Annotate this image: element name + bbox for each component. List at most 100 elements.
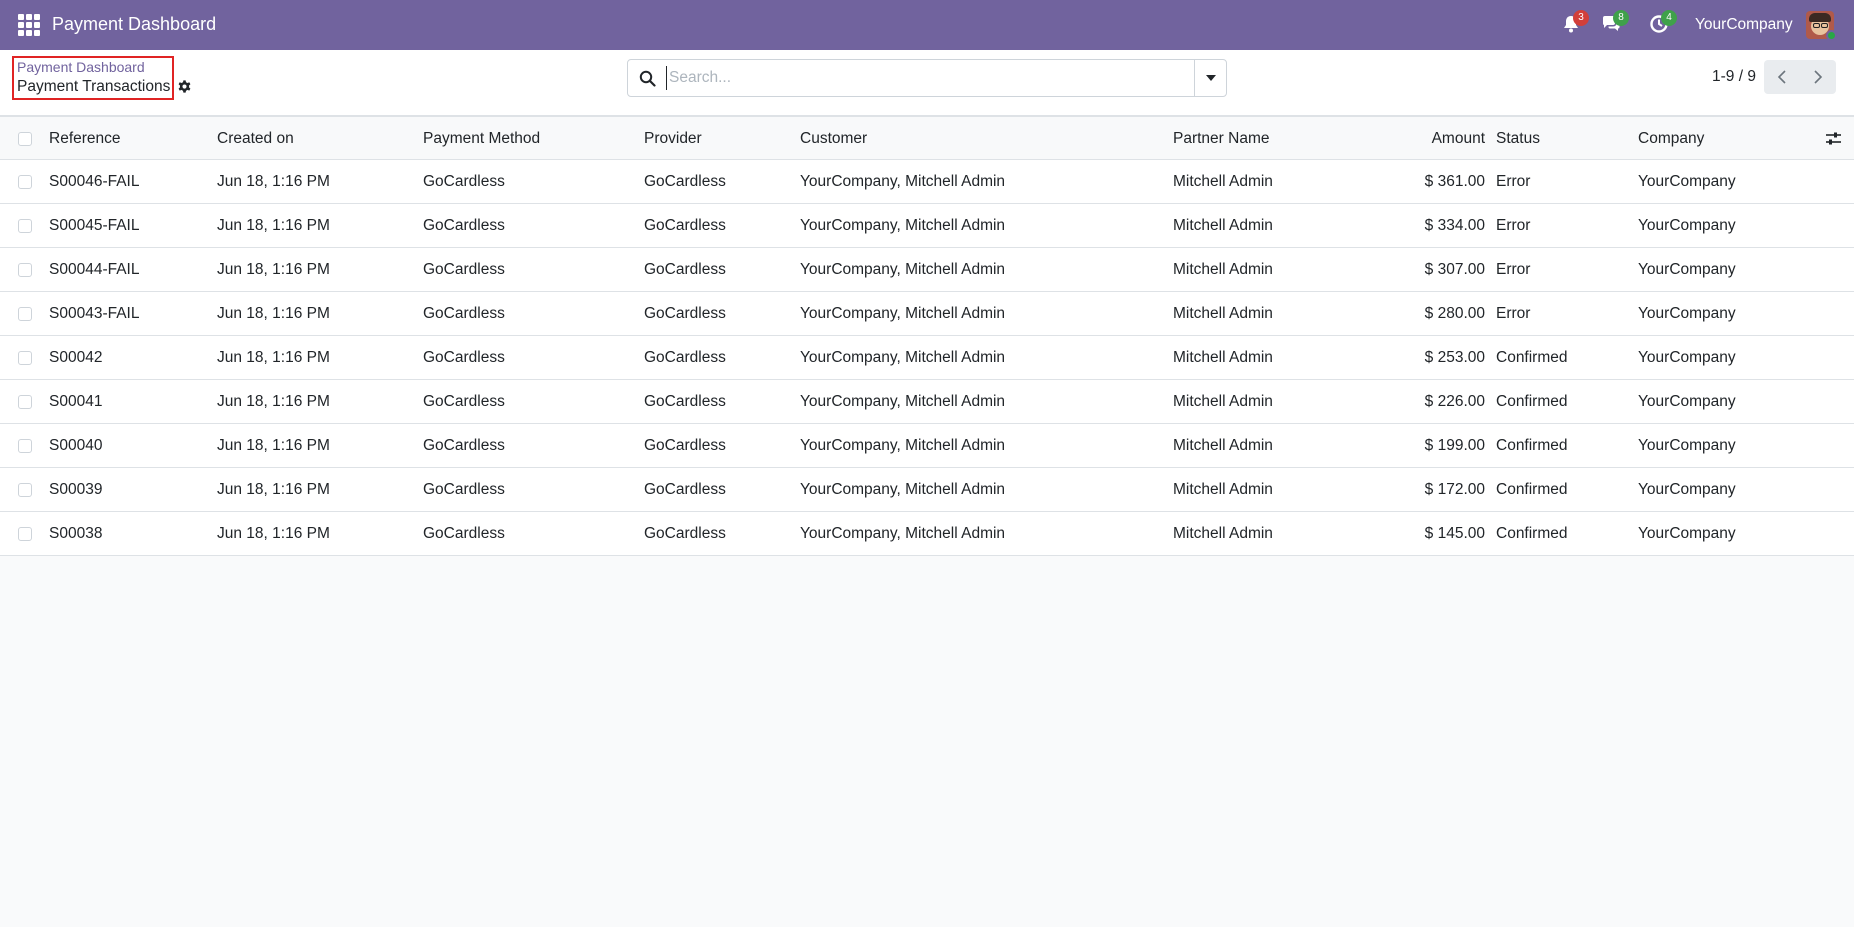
table-row[interactable]: S00041 Jun 18, 1:16 PM GoCardless GoCard… xyxy=(0,380,1854,424)
gear-icon[interactable] xyxy=(177,79,192,94)
cell-status: Confirmed xyxy=(1496,437,1568,454)
cell-customer: YourCompany, Mitchell Admin xyxy=(800,393,1006,410)
column-header-reference[interactable]: Reference xyxy=(49,117,121,161)
cell-created-on: Jun 18, 1:16 PM xyxy=(217,393,330,410)
cell-customer: YourCompany, Mitchell Admin xyxy=(800,349,1006,366)
cell-partner-name: Mitchell Admin xyxy=(1173,173,1273,190)
cell-status: Confirmed xyxy=(1496,393,1568,410)
cell-reference: S00045-FAIL xyxy=(49,217,140,234)
cell-company: YourCompany xyxy=(1638,217,1736,234)
column-header-provider[interactable]: Provider xyxy=(644,117,702,161)
cell-provider: GoCardless xyxy=(644,349,726,366)
cell-payment-method: GoCardless xyxy=(423,525,505,542)
top-navbar: Payment Dashboard 3 8 4 YourCompany xyxy=(0,0,1854,50)
table-row[interactable]: S00043-FAIL Jun 18, 1:16 PM GoCardless G… xyxy=(0,292,1854,336)
avatar-hair xyxy=(1809,13,1831,22)
cell-customer: YourCompany, Mitchell Admin xyxy=(800,525,1006,542)
messages-button[interactable]: 8 xyxy=(1601,10,1629,36)
cell-status: Error xyxy=(1496,305,1531,322)
row-checkbox[interactable] xyxy=(18,395,32,409)
activity-button[interactable]: 3 xyxy=(1561,10,1589,36)
search-options-toggle[interactable] xyxy=(1194,60,1226,96)
column-header-payment-method[interactable]: Payment Method xyxy=(423,117,540,161)
cell-partner-name: Mitchell Admin xyxy=(1173,393,1273,410)
row-checkbox[interactable] xyxy=(18,175,32,189)
table-row[interactable]: S00044-FAIL Jun 18, 1:16 PM GoCardless G… xyxy=(0,248,1854,292)
pager-next-button[interactable] xyxy=(1800,60,1836,94)
row-checkbox[interactable] xyxy=(18,351,32,365)
cell-provider: GoCardless xyxy=(644,173,726,190)
column-header-status[interactable]: Status xyxy=(1496,117,1540,161)
cell-partner-name: Mitchell Admin xyxy=(1173,305,1273,322)
cell-status: Error xyxy=(1496,217,1531,234)
page-title: Payment Transactions xyxy=(17,78,171,95)
table-row[interactable]: S00046-FAIL Jun 18, 1:16 PM GoCardless G… xyxy=(0,160,1854,204)
cell-partner-name: Mitchell Admin xyxy=(1173,217,1273,234)
row-checkbox[interactable] xyxy=(18,439,32,453)
table-row[interactable]: S00038 Jun 18, 1:16 PM GoCardless GoCard… xyxy=(0,512,1854,556)
cell-customer: YourCompany, Mitchell Admin xyxy=(800,173,1006,190)
row-checkbox[interactable] xyxy=(18,263,32,277)
table-row[interactable]: S00042 Jun 18, 1:16 PM GoCardless GoCard… xyxy=(0,336,1854,380)
cell-reference: S00040 xyxy=(49,437,103,454)
avatar-glass-right xyxy=(1821,23,1828,28)
cell-provider: GoCardless xyxy=(644,393,726,410)
cell-customer: YourCompany, Mitchell Admin xyxy=(800,261,1006,278)
cell-customer: YourCompany, Mitchell Admin xyxy=(800,437,1006,454)
cell-company: YourCompany xyxy=(1638,525,1736,542)
cell-company: YourCompany xyxy=(1638,393,1736,410)
activities-clock-button[interactable]: 4 xyxy=(1649,10,1677,36)
cell-status: Error xyxy=(1496,261,1531,278)
cell-amount: $ 172.00 xyxy=(1424,481,1485,498)
cell-provider: GoCardless xyxy=(644,261,726,278)
search-input[interactable] xyxy=(666,66,1186,90)
column-header-company[interactable]: Company xyxy=(1638,117,1704,161)
presence-status-dot xyxy=(1826,30,1837,41)
company-switcher[interactable]: YourCompany xyxy=(1695,16,1793,34)
cell-amount: $ 253.00 xyxy=(1424,349,1485,366)
breadcrumb-parent-link[interactable]: Payment Dashboard xyxy=(17,59,145,75)
table-row[interactable]: S00045-FAIL Jun 18, 1:16 PM GoCardless G… xyxy=(0,204,1854,248)
cell-created-on: Jun 18, 1:16 PM xyxy=(217,261,330,278)
cell-provider: GoCardless xyxy=(644,525,726,542)
cell-created-on: Jun 18, 1:16 PM xyxy=(217,481,330,498)
table-row[interactable]: S00040 Jun 18, 1:16 PM GoCardless GoCard… xyxy=(0,424,1854,468)
cell-amount: $ 199.00 xyxy=(1424,437,1485,454)
cell-status: Error xyxy=(1496,173,1531,190)
cell-reference: S00038 xyxy=(49,525,103,542)
cell-payment-method: GoCardless xyxy=(423,217,505,234)
column-header-amount[interactable]: Amount xyxy=(1432,117,1485,161)
cell-customer: YourCompany, Mitchell Admin xyxy=(800,217,1006,234)
search-icon xyxy=(639,70,656,87)
column-header-partner-name[interactable]: Partner Name xyxy=(1173,117,1269,161)
pager-value[interactable]: 1-9 / 9 xyxy=(1712,68,1756,86)
sliders-icon[interactable] xyxy=(1825,131,1842,147)
row-checkbox[interactable] xyxy=(18,219,32,233)
column-header-created-on[interactable]: Created on xyxy=(217,117,294,161)
messages-count-badge: 8 xyxy=(1613,10,1629,26)
app-title[interactable]: Payment Dashboard xyxy=(52,14,216,35)
cell-amount: $ 307.00 xyxy=(1424,261,1485,278)
cell-provider: GoCardless xyxy=(644,217,726,234)
cell-company: YourCompany xyxy=(1638,261,1736,278)
avatar-glass-left xyxy=(1813,23,1820,28)
cell-created-on: Jun 18, 1:16 PM xyxy=(217,525,330,542)
chevron-right-icon xyxy=(1814,70,1823,84)
cell-created-on: Jun 18, 1:16 PM xyxy=(217,217,330,234)
apps-grid-icon[interactable] xyxy=(18,14,40,36)
cell-created-on: Jun 18, 1:16 PM xyxy=(217,305,330,322)
column-header-customer[interactable]: Customer xyxy=(800,117,867,161)
cell-company: YourCompany xyxy=(1638,349,1736,366)
row-checkbox[interactable] xyxy=(18,483,32,497)
row-checkbox[interactable] xyxy=(18,307,32,321)
table-row[interactable]: S00039 Jun 18, 1:16 PM GoCardless GoCard… xyxy=(0,468,1854,512)
select-all-checkbox[interactable] xyxy=(18,132,32,146)
cell-reference: S00043-FAIL xyxy=(49,305,140,322)
cell-payment-method: GoCardless xyxy=(423,437,505,454)
cell-company: YourCompany xyxy=(1638,305,1736,322)
cell-company: YourCompany xyxy=(1638,481,1736,498)
pager-previous-button[interactable] xyxy=(1764,60,1800,94)
caret-down-icon xyxy=(1206,75,1216,81)
cell-partner-name: Mitchell Admin xyxy=(1173,481,1273,498)
row-checkbox[interactable] xyxy=(18,527,32,541)
